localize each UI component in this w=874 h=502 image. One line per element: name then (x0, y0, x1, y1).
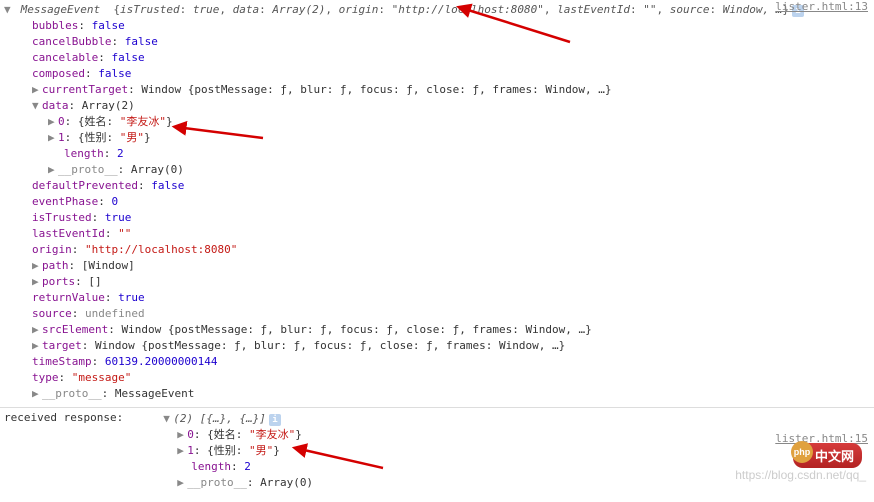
prop-proto-array[interactable]: ▶__proto__: Array(0) (4, 162, 870, 178)
expand-toggle[interactable]: ▶ (48, 114, 58, 130)
prop-length[interactable]: length: 2 (163, 459, 313, 475)
expand-toggle[interactable]: ▶ (32, 274, 42, 290)
prop-data[interactable]: ▼data: Array(2) (4, 98, 870, 114)
prop-cancelable[interactable]: cancelable: false (4, 50, 870, 66)
data-item-0[interactable]: ▶0: {姓名: "李友冰"} (163, 427, 313, 443)
info-icon[interactable]: i (269, 414, 281, 426)
prop-lastEventId[interactable]: lastEventId: "" (4, 226, 870, 242)
prop-path[interactable]: ▶path: [Window] (4, 258, 870, 274)
data-item-0[interactable]: ▶0: {姓名: "李友冰"} (4, 114, 870, 130)
array-header[interactable]: ▼(2) [{…}, {…}]i (163, 411, 313, 427)
prop-returnValue[interactable]: returnValue: true (4, 290, 870, 306)
prop-ports[interactable]: ▶ports: [] (4, 274, 870, 290)
prop-defaultPrevented[interactable]: defaultPrevented: false (4, 178, 870, 194)
prop-cancelBubble[interactable]: cancelBubble: false (4, 34, 870, 50)
expand-toggle[interactable]: ▶ (177, 475, 187, 491)
object-header[interactable]: ▼ MessageEvent {isTrusted: true, data: A… (4, 2, 870, 18)
expand-toggle[interactable]: ▶ (32, 322, 42, 338)
source-link[interactable]: lister.html:13 (775, 0, 868, 13)
prop-type[interactable]: type: "message" (4, 370, 870, 386)
prop-length[interactable]: length: 2 (4, 146, 870, 162)
data-item-1[interactable]: ▶1: {性别: "男"} (163, 443, 313, 459)
expand-toggle[interactable]: ▶ (32, 82, 42, 98)
expand-toggle[interactable]: ▼ (32, 98, 42, 114)
prop-isTrusted[interactable]: isTrusted: true (4, 210, 870, 226)
console-output: ▼ MessageEvent {isTrusted: true, data: A… (0, 0, 874, 404)
expand-toggle[interactable]: ▼ (4, 2, 14, 18)
expand-toggle[interactable]: ▶ (177, 443, 187, 459)
expand-toggle[interactable]: ▼ (163, 411, 173, 427)
expand-toggle[interactable]: ▶ (48, 130, 58, 146)
expand-toggle[interactable]: ▶ (32, 338, 42, 354)
prop-bubbles[interactable]: bubbles: false (4, 18, 870, 34)
php-cn-logo: 中文网 (793, 443, 862, 468)
prop-proto[interactable]: ▶__proto__: Array(0) (163, 475, 313, 491)
prop-eventPhase[interactable]: eventPhase: 0 (4, 194, 870, 210)
expand-toggle[interactable]: ▶ (32, 258, 42, 274)
expand-toggle[interactable]: ▶ (177, 427, 187, 443)
prop-composed[interactable]: composed: false (4, 66, 870, 82)
data-item-1[interactable]: ▶1: {性别: "男"} (4, 130, 870, 146)
object-type: MessageEvent (21, 3, 100, 16)
expand-toggle[interactable]: ▶ (48, 162, 58, 178)
prop-target[interactable]: ▶target: Window {postMessage: ƒ, blur: ƒ… (4, 338, 870, 354)
log-label: received response: (4, 411, 163, 424)
prop-currentTarget[interactable]: ▶currentTarget: Window {postMessage: ƒ, … (4, 82, 870, 98)
divider (0, 407, 874, 408)
expand-toggle[interactable]: ▶ (32, 386, 42, 402)
prop-proto[interactable]: ▶__proto__: MessageEvent (4, 386, 870, 402)
prop-source[interactable]: source: undefined (4, 306, 870, 322)
prop-origin[interactable]: origin: "http://localhost:8080" (4, 242, 870, 258)
prop-srcElement[interactable]: ▶srcElement: Window {postMessage: ƒ, blu… (4, 322, 870, 338)
watermark: https://blog.csdn.net/qq_ (735, 468, 866, 482)
prop-timeStamp[interactable]: timeStamp: 60139.20000000144 (4, 354, 870, 370)
